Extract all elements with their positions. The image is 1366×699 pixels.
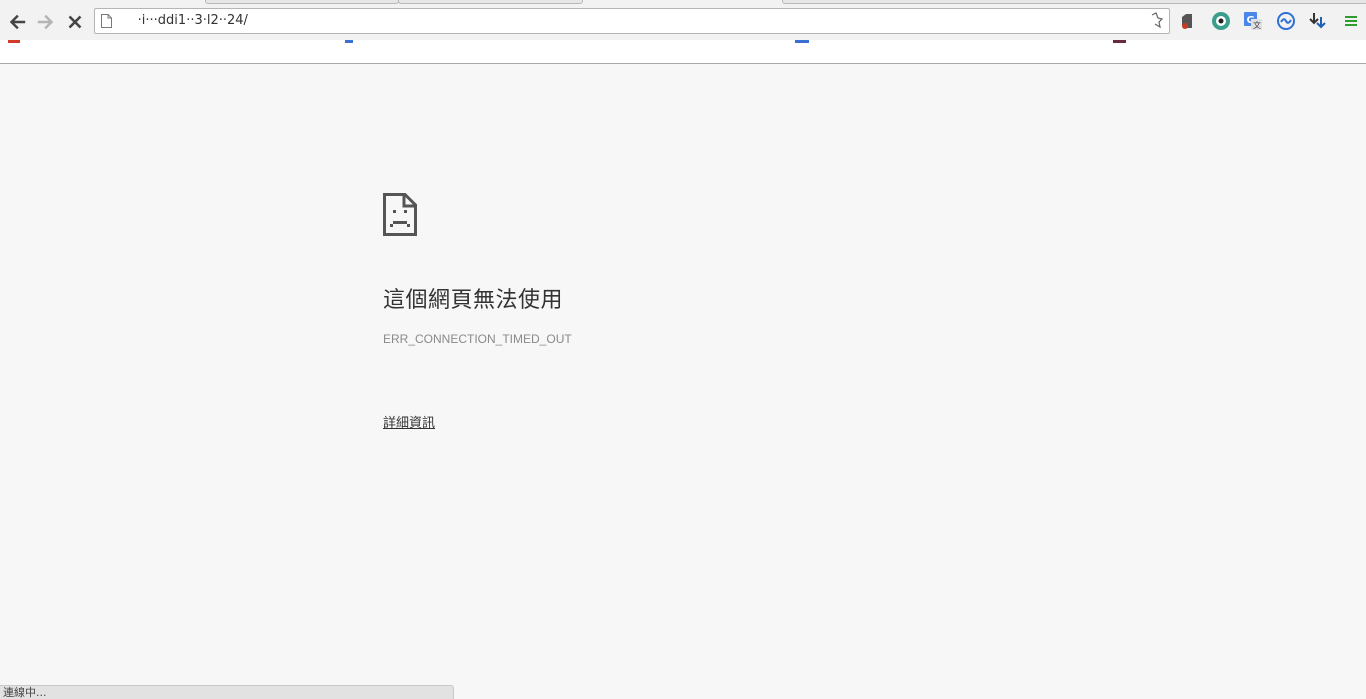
bookmark-item[interactable] [795, 40, 809, 43]
bookmark-item[interactable] [1113, 40, 1126, 43]
camera-extension-icon[interactable] [1210, 10, 1232, 32]
close-icon [68, 15, 82, 29]
bookmark-item[interactable] [8, 40, 20, 43]
url-input[interactable] [117, 10, 1139, 32]
google-translate-extension-icon[interactable]: G 文 [1242, 10, 1264, 32]
page-icon [101, 14, 112, 28]
bookmark-item[interactable] [345, 40, 353, 43]
error-title: 這個網頁無法使用 [383, 288, 564, 313]
arrow-right-icon [37, 14, 54, 30]
evernote-extension-icon[interactable] [1177, 10, 1199, 32]
forward-button[interactable] [34, 10, 58, 34]
error-page: 這個網頁無法使用 ERR_CONNECTION_TIMED_OUT 詳細資訊 [0, 64, 1366, 699]
hamburger-menu-icon[interactable] [1340, 10, 1362, 32]
status-bubble: 連線中... [0, 685, 454, 699]
browser-toolbar: G 文 [0, 4, 1366, 40]
sad-page-icon [383, 193, 417, 236]
details-link[interactable]: 詳細資訊 [383, 412, 435, 431]
sync-extension-icon[interactable] [1275, 10, 1297, 32]
bookmarks-bar [0, 40, 1366, 64]
svg-text:文: 文 [1253, 20, 1261, 30]
bookmark-star-icon[interactable] [1147, 12, 1163, 30]
error-code: ERR_CONNECTION_TIMED_OUT [383, 332, 572, 346]
stop-button[interactable] [63, 10, 87, 34]
address-bar[interactable] [94, 8, 1170, 34]
arrow-left-icon [9, 14, 26, 30]
download-extension-icon[interactable] [1307, 10, 1329, 32]
back-button[interactable] [5, 10, 29, 34]
